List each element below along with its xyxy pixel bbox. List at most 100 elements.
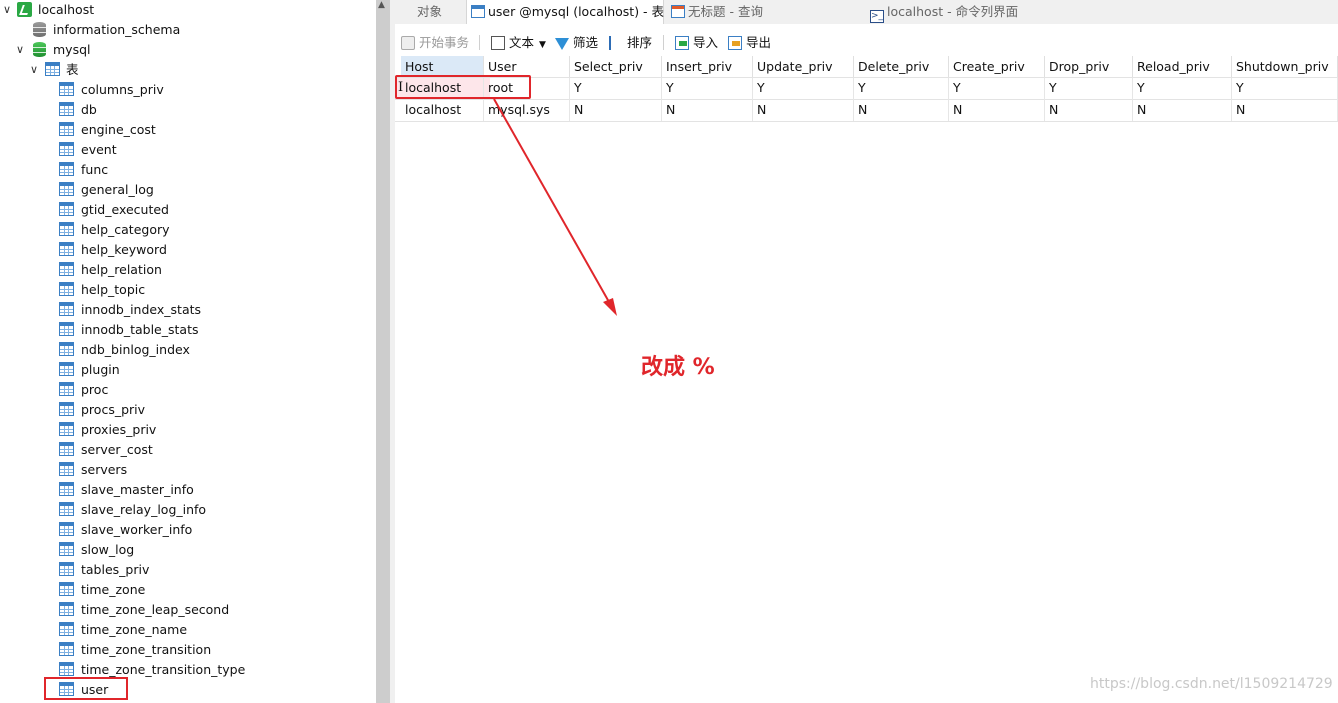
tree-table-item[interactable]: proxies_priv [0, 420, 370, 440]
tab-command-line[interactable]: >_ localhost - 命令列界面 [870, 0, 1060, 24]
tree-table-item[interactable]: help_keyword [0, 240, 370, 260]
grid-cell[interactable]: Y [1232, 77, 1338, 99]
tree-table-item[interactable]: time_zone_leap_second [0, 600, 370, 620]
grid-cell[interactable]: N [753, 99, 854, 121]
tree-table-item[interactable]: help_topic [0, 280, 370, 300]
tree-table-item[interactable]: servers [0, 460, 370, 480]
chevron-down-icon[interactable]: ∨ [2, 0, 12, 20]
grid-cell[interactable]: localhost [401, 99, 484, 121]
chevron-down-icon[interactable]: ∨ [29, 60, 39, 80]
column-header[interactable]: Shutdown_priv [1232, 56, 1338, 77]
grid-cell[interactable]: Y [854, 77, 949, 99]
tab-label: user @mysql (localhost) - 表 [488, 4, 665, 19]
grid-cell[interactable]: N [662, 99, 753, 121]
tab-user-table[interactable]: user @mysql (localhost) - 表 [466, 0, 664, 24]
grid-cell[interactable]: Y [1045, 77, 1133, 99]
export-button[interactable]: 导出 [728, 30, 771, 55]
grid-cell[interactable]: N [854, 99, 949, 121]
grid-cell[interactable]: Y [1133, 77, 1232, 99]
tree-scrollbar[interactable]: ▲ [376, 0, 390, 703]
column-header[interactable]: Drop_priv [1045, 56, 1133, 77]
table-icon [59, 362, 74, 376]
grid-cell[interactable]: Y [662, 77, 753, 99]
tree-table-item[interactable]: help_category [0, 220, 370, 240]
tree-label: servers [81, 462, 128, 477]
tree-table-item[interactable]: time_zone_name [0, 620, 370, 640]
grid-cell[interactable]: Y [753, 77, 854, 99]
chevron-down-icon[interactable]: ∨ [15, 40, 25, 60]
grid-cell[interactable]: Y [570, 77, 662, 99]
tab-objects[interactable]: 对象 [417, 0, 467, 24]
grid-cell[interactable]: N [1133, 99, 1232, 121]
grid-cell[interactable]: N [1232, 99, 1338, 121]
tree-label: plugin [81, 362, 120, 377]
transaction-icon [401, 36, 415, 50]
tree-table-item[interactable]: innodb_table_stats [0, 320, 370, 340]
tree-tables-group[interactable]: ∨ 表 [0, 60, 370, 80]
tree-label: gtid_executed [81, 202, 169, 217]
filter-icon [555, 38, 569, 50]
tree-table-item[interactable]: help_relation [0, 260, 370, 280]
tree-table-item[interactable]: general_log [0, 180, 370, 200]
tree-label: tables_priv [81, 562, 150, 577]
begin-transaction-button[interactable]: 开始事务 [401, 30, 469, 55]
tree-connection-localhost[interactable]: ∨ localhost [0, 0, 370, 20]
text-button[interactable]: 文本 ▼ [491, 30, 546, 55]
tree-db-information-schema[interactable]: information_schema [0, 20, 370, 40]
watermark: https://blog.csdn.net/l1509214729 [1090, 676, 1333, 692]
grid-cell[interactable]: N [1045, 99, 1133, 121]
tree-label: help_keyword [81, 242, 167, 257]
tree-table-item[interactable]: gtid_executed [0, 200, 370, 220]
table-icon [59, 182, 74, 196]
arrow-line [493, 98, 614, 310]
column-header[interactable]: Update_priv [753, 56, 854, 77]
tree-table-item[interactable]: time_zone_transition [0, 640, 370, 660]
tree-db-mysql[interactable]: ∨ mysql [0, 40, 370, 60]
table-icon [59, 562, 74, 576]
tree-table-item[interactable]: slave_worker_info [0, 520, 370, 540]
database-icon [33, 42, 46, 57]
tree-label: server_cost [81, 442, 153, 457]
column-header[interactable]: Select_priv [570, 56, 662, 77]
tab-untitled-query[interactable]: 无标题 - 查询 [671, 0, 861, 24]
grid-cell[interactable]: Y [949, 77, 1045, 99]
tree-table-item[interactable]: slow_log [0, 540, 370, 560]
tree-table-item[interactable]: server_cost [0, 440, 370, 460]
tree-table-item[interactable]: procs_priv [0, 400, 370, 420]
tree-table-item[interactable]: func [0, 160, 370, 180]
tree-table-item[interactable]: columns_priv [0, 80, 370, 100]
sort-icon [609, 36, 623, 50]
table-icon [59, 522, 74, 536]
tree-table-item[interactable]: engine_cost [0, 120, 370, 140]
tree-label: time_zone_transition [81, 642, 212, 657]
tree-table-item[interactable]: time_zone [0, 580, 370, 600]
table-icon [59, 502, 74, 516]
column-header[interactable]: User [484, 56, 570, 77]
tree-table-item[interactable]: proc [0, 380, 370, 400]
tree-label: 表 [66, 62, 79, 77]
import-button[interactable]: 导入 [675, 30, 718, 55]
column-header[interactable]: Reload_priv [1133, 56, 1232, 77]
scroll-up-icon[interactable]: ▲ [378, 0, 385, 10]
filter-button[interactable]: 筛选 [555, 30, 598, 55]
column-header[interactable]: Delete_priv [854, 56, 949, 77]
sort-button[interactable]: 排序 [609, 30, 652, 55]
tree-table-item[interactable]: tables_priv [0, 560, 370, 580]
tree-table-item[interactable]: db [0, 100, 370, 120]
tree-table-item[interactable]: event [0, 140, 370, 160]
tree-label: time_zone_leap_second [81, 602, 230, 617]
grid-cell[interactable]: mysql.sys [484, 99, 570, 121]
column-header[interactable]: Host [401, 56, 484, 77]
tree-table-item[interactable]: plugin [0, 360, 370, 380]
tree-table-item[interactable]: slave_relay_log_info [0, 500, 370, 520]
column-header[interactable]: Insert_priv [662, 56, 753, 77]
table-icon [59, 382, 74, 396]
tree-table-item[interactable]: ndb_binlog_index [0, 340, 370, 360]
table-icon [59, 82, 74, 96]
tree-table-item[interactable]: slave_master_info [0, 480, 370, 500]
table-icon [59, 162, 74, 176]
tree-table-item[interactable]: innodb_index_stats [0, 300, 370, 320]
grid-cell[interactable]: N [949, 99, 1045, 121]
column-header[interactable]: Create_priv [949, 56, 1045, 77]
grid-cell[interactable]: N [570, 99, 662, 121]
